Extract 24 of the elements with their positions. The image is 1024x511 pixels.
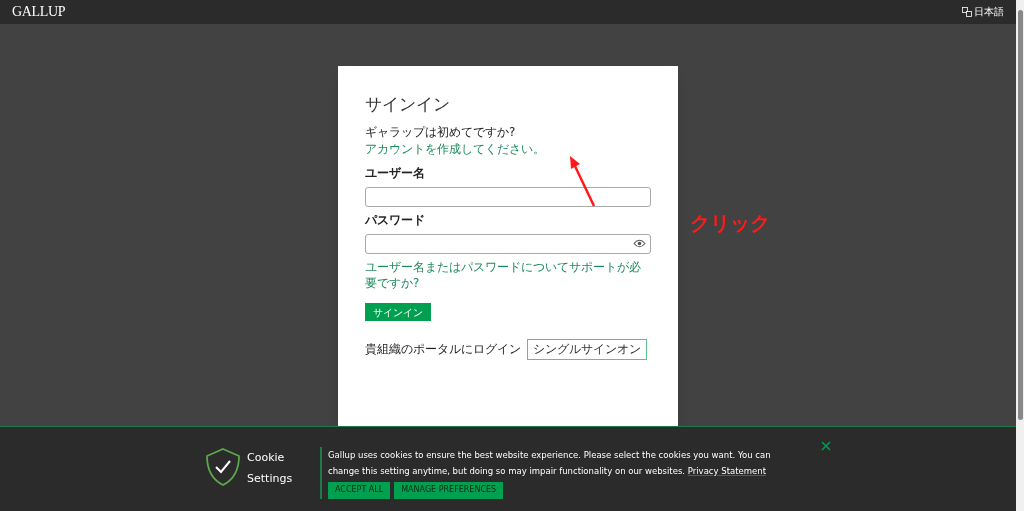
password-field[interactable] — [365, 233, 651, 254]
eye-icon[interactable] — [633, 239, 646, 249]
signin-button[interactable]: サインイン — [365, 303, 431, 322]
shield-check-icon — [205, 446, 241, 487]
cookie-title: Cookie Settings — [247, 449, 294, 487]
username-label: ユーザー名 — [365, 164, 426, 182]
logo[interactable]: GALLUP — [12, 1, 66, 23]
cookie-button[interactable]: ACCEPT ALL — [328, 481, 391, 499]
signin-title: サインイン — [365, 93, 451, 114]
signup-prompt: ギャラップは初めてですか? — [365, 123, 517, 141]
cookie-message: Gallup uses cookies to ensure the best website experience. Please select the cookies you want. You can change this setting anytime, but doing so may impair functionality on our websites. Privacy Statement — [328, 448, 772, 478]
username-field[interactable] — [365, 186, 651, 207]
language-button[interactable]: 日本語 — [962, 4, 1004, 20]
password-label: パスワード — [365, 211, 426, 229]
create-account-link[interactable]: アカウントを作成してください。 — [365, 140, 545, 158]
privacy-link[interactable]: Privacy Statement — [687, 465, 766, 476]
scrollbar[interactable] — [1016, 0, 1024, 511]
org-login-label: 貴組織のポータルにログイン — [365, 341, 521, 359]
help-link[interactable]: ユーザー名またはパスワードについてサポートが必要ですか? — [365, 258, 651, 291]
close-icon[interactable] — [821, 440, 831, 451]
annotation-text: クリック — [690, 209, 770, 237]
sso-button[interactable]: シングルサインオン — [527, 338, 647, 360]
translate-icon — [962, 6, 972, 17]
cookie-button[interactable]: MANAGE PREFERENCES — [394, 481, 504, 499]
